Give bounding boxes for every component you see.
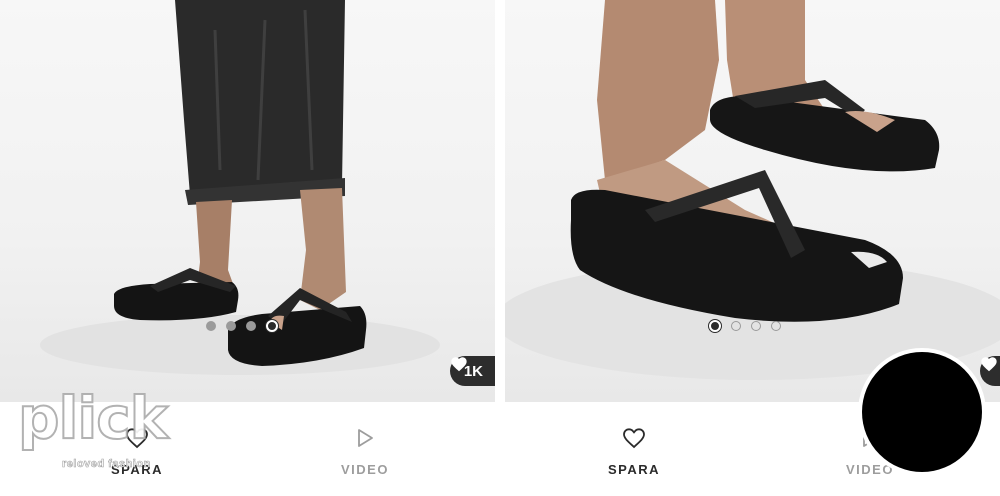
video-label: VIDEO: [341, 462, 389, 477]
video-button[interactable]: VIDEO: [305, 424, 425, 477]
carousel-dot-active[interactable]: [709, 320, 721, 332]
carousel-dot[interactable]: [771, 321, 781, 331]
save-label: SPARA: [607, 462, 661, 477]
carousel-dot[interactable]: [751, 321, 761, 331]
likes-badge[interactable]: 1K: [449, 356, 495, 386]
video-label: VIDEO: [846, 462, 894, 477]
plick-watermark-logo: plick reloved fashion: [17, 383, 198, 478]
save-button[interactable]: SPARA: [574, 424, 694, 477]
watermark-tagline: reloved fashion: [62, 458, 151, 471]
product-photo-2: [505, 0, 1000, 380]
carousel-dot-active[interactable]: [266, 320, 278, 332]
product-image-1[interactable]: 1K: [0, 0, 495, 402]
redaction-circle: [862, 352, 982, 472]
heart-filled-icon: [981, 357, 997, 372]
heart-outline-icon: [623, 428, 645, 449]
carousel-indicator[interactable]: [206, 320, 278, 332]
carousel-dot[interactable]: [246, 321, 256, 331]
watermark-brand: plick: [17, 383, 169, 453]
product-image-2[interactable]: [505, 0, 1000, 402]
product-photo-1: [40, 0, 440, 375]
carousel-dot[interactable]: [226, 321, 236, 331]
heart-filled-icon: [451, 357, 467, 372]
carousel-dot[interactable]: [206, 321, 216, 331]
play-outline-icon: [358, 429, 373, 447]
carousel-dot[interactable]: [731, 321, 741, 331]
carousel-indicator[interactable]: [709, 320, 781, 332]
